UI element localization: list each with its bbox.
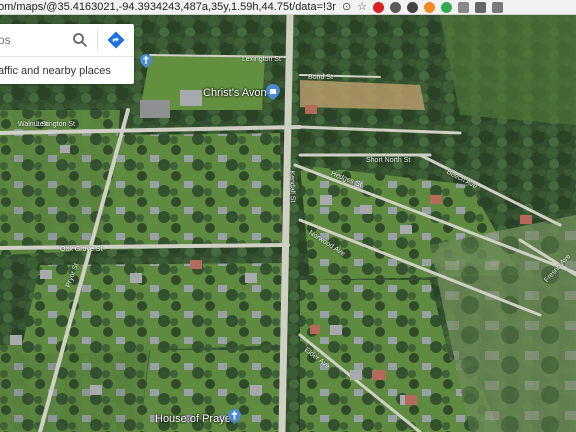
search-icon[interactable] <box>72 32 88 48</box>
place-label-christis-avon[interactable]: Christ's Avon <box>203 87 267 99</box>
directions-icon[interactable] <box>107 31 125 49</box>
extension-slash-icon[interactable] <box>407 1 419 13</box>
search-panel: affic and nearby places <box>0 24 134 84</box>
extension-box-icon[interactable] <box>458 1 470 13</box>
traffic-nearby-link[interactable]: affic and nearby places <box>0 57 134 84</box>
street-label-top2: Bond St <box>308 74 333 81</box>
street-label-top: Lexington St <box>242 56 281 63</box>
shopping-pin-icon[interactable] <box>266 84 280 100</box>
info-icon[interactable]: ⊙ <box>342 1 351 13</box>
extension-gray-icon[interactable] <box>492 1 504 13</box>
browser-toolbar: om/maps/@35.4163021,-94.3934243,487a,35y… <box>0 0 576 15</box>
street-label-lexington: Lexington St <box>36 121 75 128</box>
extension-check-icon[interactable] <box>390 1 402 13</box>
search-input[interactable] <box>0 33 68 47</box>
street-label-kendall: Kendall St <box>287 170 297 203</box>
street-label-oak-grove: Oak Grove St <box>60 246 103 253</box>
search-row <box>0 24 134 57</box>
mail-icon[interactable] <box>475 1 487 13</box>
star-icon[interactable]: ☆ <box>357 1 367 13</box>
search-divider <box>97 30 98 50</box>
screen: om/maps/@35.4163021,-94.3934243,487a,35y… <box>0 0 576 432</box>
adblock-icon[interactable] <box>373 1 385 13</box>
church-pin-top-icon[interactable] <box>140 54 152 68</box>
address-bar[interactable]: om/maps/@35.4163021,-94.3934243,487a,35y… <box>0 1 336 13</box>
church-pin-icon[interactable] <box>228 409 241 424</box>
extension-bar: ⊙ ☆ <box>342 1 504 13</box>
place-label-house-of-prayer[interactable]: House of Prayer <box>155 413 234 425</box>
extension-orange-icon[interactable] <box>424 1 436 13</box>
street-label-short-north: Short North St <box>366 157 411 164</box>
extension-green-icon[interactable] <box>441 1 453 13</box>
